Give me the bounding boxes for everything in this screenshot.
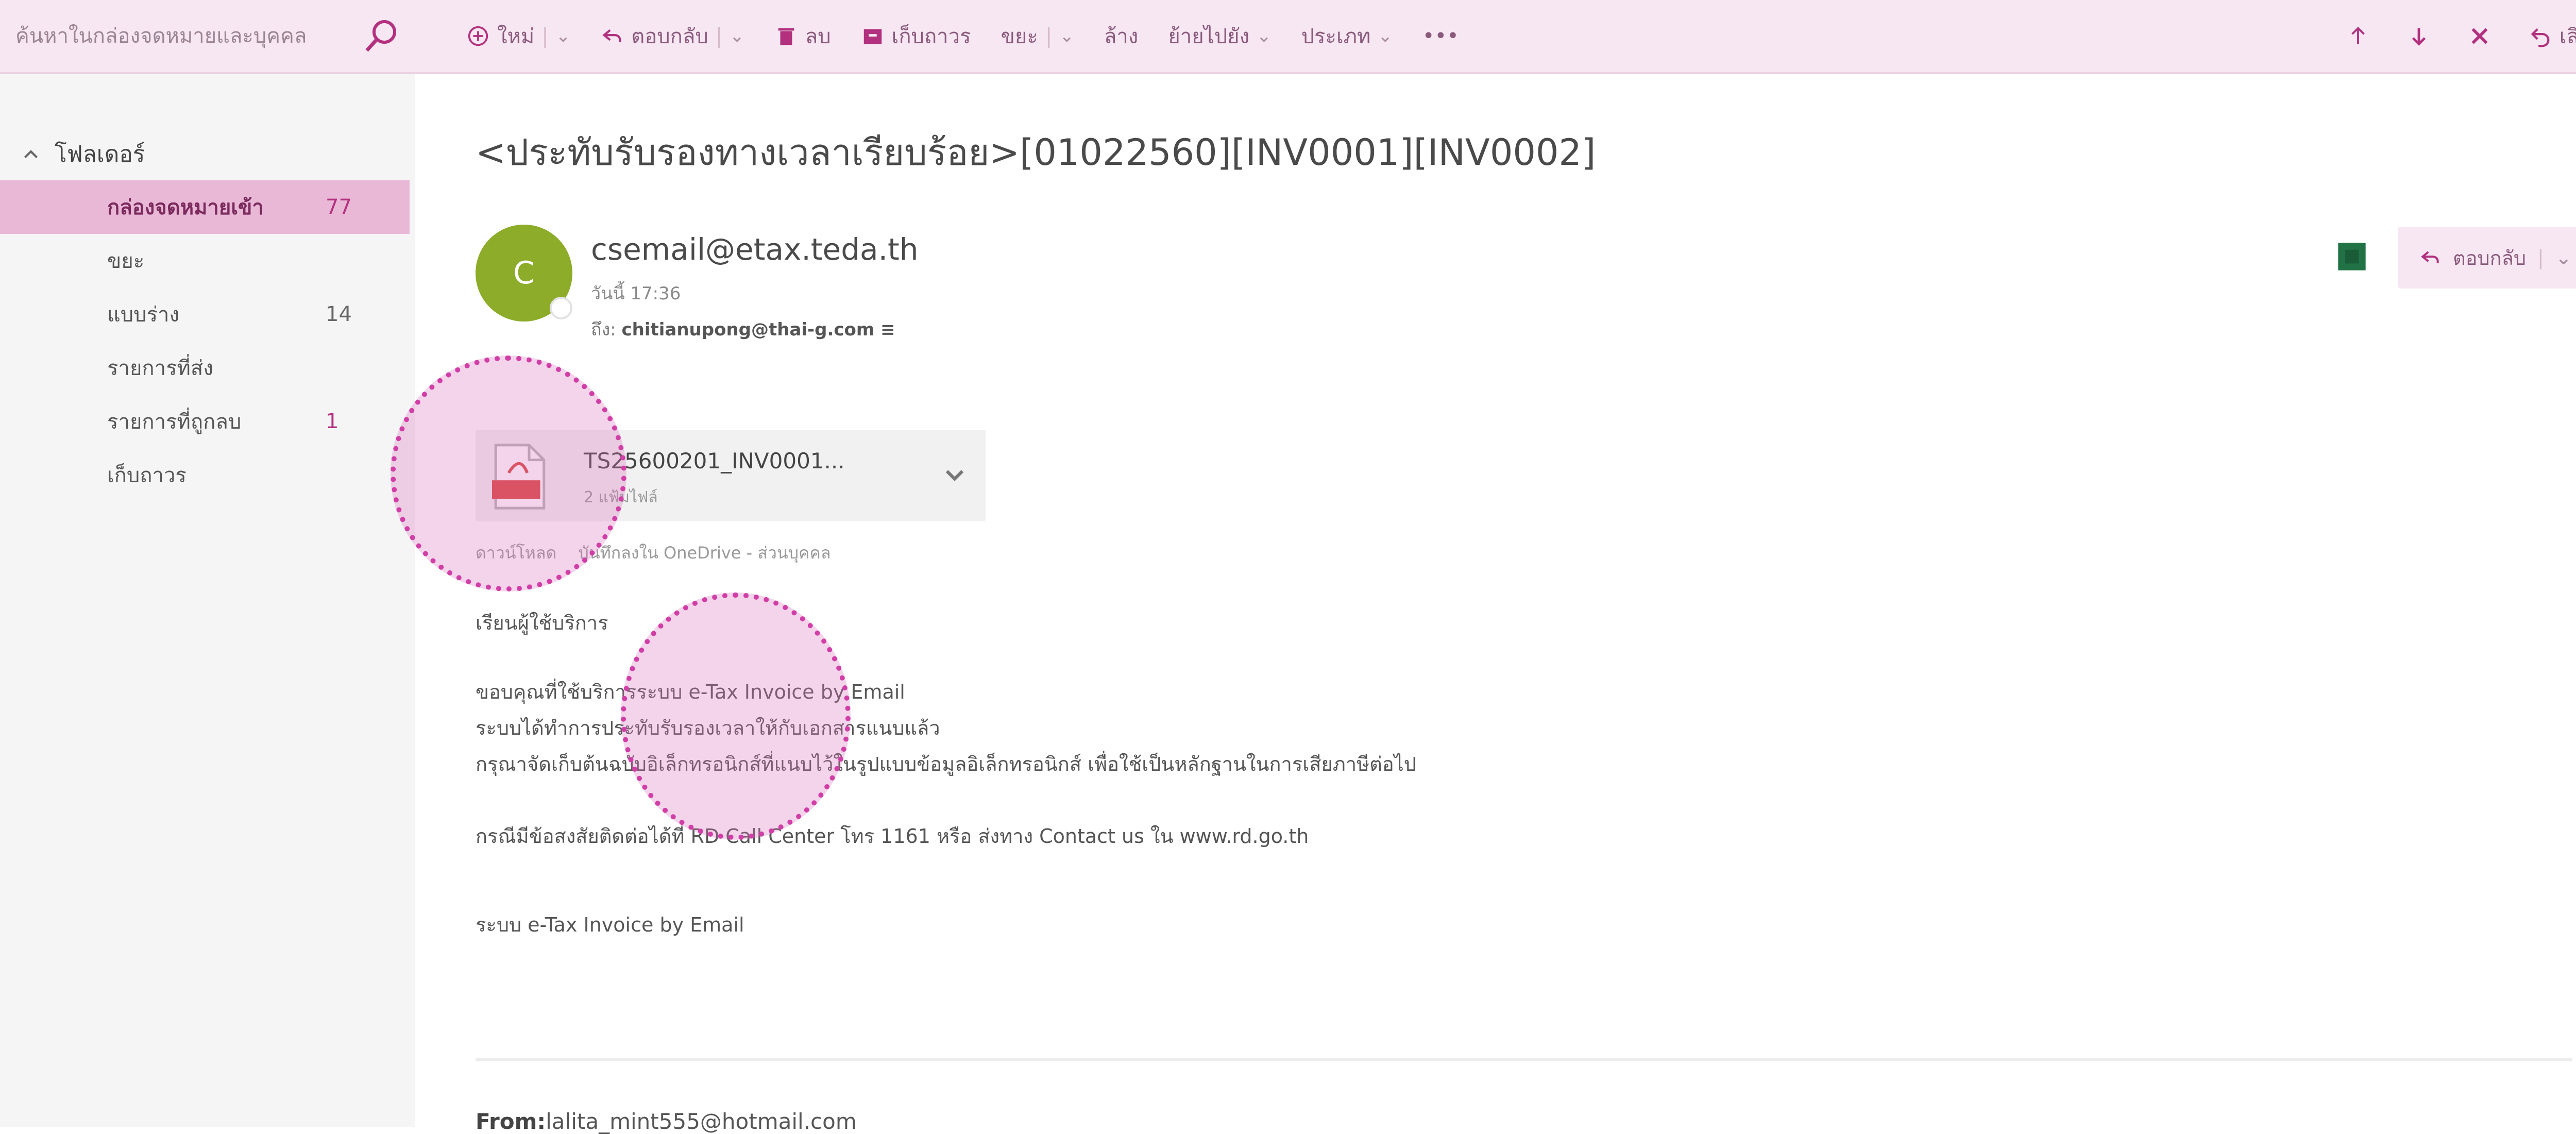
chevron-down-icon[interactable]: ⌄ [1059, 26, 1074, 46]
categorize-label: ประเภท [1301, 25, 1371, 48]
undo-label: เลิกทำ [2559, 25, 2576, 48]
separator: | [1045, 24, 1053, 48]
quoted-from-line: From:lalita_mint555@hotmail.com [476, 1109, 857, 1134]
junk-button[interactable]: ขยะ | ⌄ [1001, 20, 1074, 53]
unread-count: 77 [326, 195, 352, 219]
command-bar: ใหม่ | ⌄ ตอบกลับ | ⌄ ลบ เก็บถาวร ขยะ | ⌄ ล้… [0, 0, 2576, 74]
reply-icon [602, 29, 621, 42]
separator: | [2537, 246, 2544, 269]
sweep-button[interactable]: ล้าง [1104, 20, 1139, 53]
delete-label: ลบ [805, 25, 831, 48]
arrow-down-icon[interactable] [2407, 24, 2431, 48]
recipient-line: ถึง: chitianupong@thai-g.com ≡ [591, 315, 895, 343]
sender-address[interactable]: csemail@etax.teda.th [591, 232, 919, 267]
move-label: ย้ายไปยัง [1168, 25, 1250, 48]
categorize-button[interactable]: ประเภท ⌄ [1301, 20, 1393, 53]
archive-button[interactable]: เก็บถาวร [861, 20, 971, 53]
body-line: กรณีมีข้อสงสัยติดต่อได้ที่ RD Call Cente… [476, 825, 1309, 848]
chevron-down-icon[interactable]: ⌄ [730, 26, 744, 46]
email-subject: <ประทับรับรองทางเวลาเรียบร้อย>[01022560]… [476, 131, 1596, 174]
move-to-button[interactable]: ย้ายไปยัง ⌄ [1168, 20, 1271, 53]
folder-pane: โฟลเดอร์ กล่องจดหมายเข้า 77 ขยะ แบบร่าง … [0, 74, 415, 1127]
chevron-down-icon: ⌄ [1257, 26, 1272, 46]
sent-time: วันนี้ 17:36 [591, 283, 681, 304]
message-reply-button[interactable]: ตอบกลับ | ⌄ [2398, 227, 2576, 289]
folders-header-label: โฟลเดอร์ [55, 141, 145, 167]
body-greeting: เรียนผู้ใช้บริการ [476, 612, 608, 634]
delete-button[interactable]: ลบ [774, 20, 831, 53]
chevron-down-icon[interactable]: ⌄ [2555, 246, 2572, 269]
undo-button[interactable]: เลิกทำ [2529, 20, 2576, 53]
highlight-circle [621, 593, 851, 840]
sidebar-item-deleted[interactable]: รายการที่ถูกลบ 1 [0, 395, 410, 448]
draft-count: 14 [326, 302, 352, 326]
sidebar-item-label: กล่องจดหมายเข้า [107, 196, 264, 219]
sidebar-item-drafts[interactable]: แบบร่าง 14 [0, 287, 410, 341]
more-icon: ••• [1422, 24, 1459, 48]
folders-header[interactable]: โฟลเดอร์ [21, 136, 145, 172]
chevron-down-icon: ⌄ [1378, 26, 1393, 46]
sidebar-item-label: เก็บถาวร [107, 464, 187, 487]
save-to-onedrive-link[interactable]: บันทึกลงใน OneDrive - ส่วนบุคคล [578, 543, 831, 563]
presence-indicator [550, 297, 572, 319]
reply-icon [2421, 251, 2439, 263]
arrow-up-icon[interactable] [2346, 24, 2370, 48]
sweep-label: ล้าง [1104, 25, 1139, 48]
avatar-letter: C [513, 255, 535, 291]
plus-circle-icon [468, 26, 488, 46]
toolbar: ใหม่ | ⌄ ตอบกลับ | ⌄ ลบ เก็บถาวร ขยะ | ⌄ ล้… [466, 0, 1459, 72]
new-button[interactable]: ใหม่ | ⌄ [466, 20, 570, 53]
to-label: ถึง: [591, 319, 616, 340]
from-label: From: [476, 1109, 546, 1134]
sidebar-item-archive[interactable]: เก็บถาวร [0, 448, 410, 502]
sidebar-item-label: แบบร่าง [107, 303, 180, 327]
sidebar-item-junk[interactable]: ขยะ [0, 234, 410, 287]
from-address: lalita_mint555@hotmail.com [546, 1109, 857, 1134]
junk-label: ขยะ [1001, 25, 1038, 48]
reply-label: ตอบกลับ [631, 25, 708, 48]
toolbar-right: เลิกทำ [2346, 0, 2576, 72]
body-signature: ระบบ e-Tax Invoice by Email [476, 913, 744, 936]
more-button[interactable]: ••• [1422, 24, 1459, 48]
chevron-down-icon[interactable]: ⌄ [556, 26, 571, 46]
recipient-address[interactable]: chitianupong@thai-g.com ≡ [621, 319, 895, 340]
search-input[interactable] [14, 15, 326, 57]
separator: | [541, 24, 549, 48]
reply-button[interactable]: ตอบกลับ | ⌄ [600, 20, 744, 53]
separator: | [715, 24, 723, 48]
archive-icon [863, 29, 882, 44]
body-line: กรุณาจัดเก็บต้นฉบับอิเล็กทรอนิกส์ที่แนบไ… [476, 753, 1416, 775]
new-label: ใหม่ [497, 25, 535, 48]
excel-icon[interactable] [2335, 240, 2368, 273]
trash-icon [778, 28, 794, 45]
sidebar-item-label: ขยะ [107, 249, 145, 273]
close-icon[interactable] [2468, 24, 2492, 48]
chevron-up-icon [24, 150, 38, 159]
archive-label: เก็บถาวร [891, 25, 971, 48]
sidebar-item-label: รายการที่ถูกลบ [107, 410, 242, 434]
chevron-down-icon[interactable] [939, 460, 970, 490]
search-area [0, 0, 415, 72]
deleted-count: 1 [326, 410, 339, 433]
sidebar-item-sent[interactable]: รายการที่ส่ง [0, 341, 410, 395]
highlight-circle [391, 356, 626, 591]
sidebar-item-inbox[interactable]: กล่องจดหมายเข้า 77 [0, 180, 410, 234]
message-divider [476, 1058, 2572, 1061]
reply-label: ตอบกลับ [2453, 246, 2527, 269]
search-icon[interactable] [361, 15, 402, 57]
undo-icon [2531, 28, 2550, 47]
sidebar-item-label: รายการที่ส่ง [107, 357, 213, 380]
